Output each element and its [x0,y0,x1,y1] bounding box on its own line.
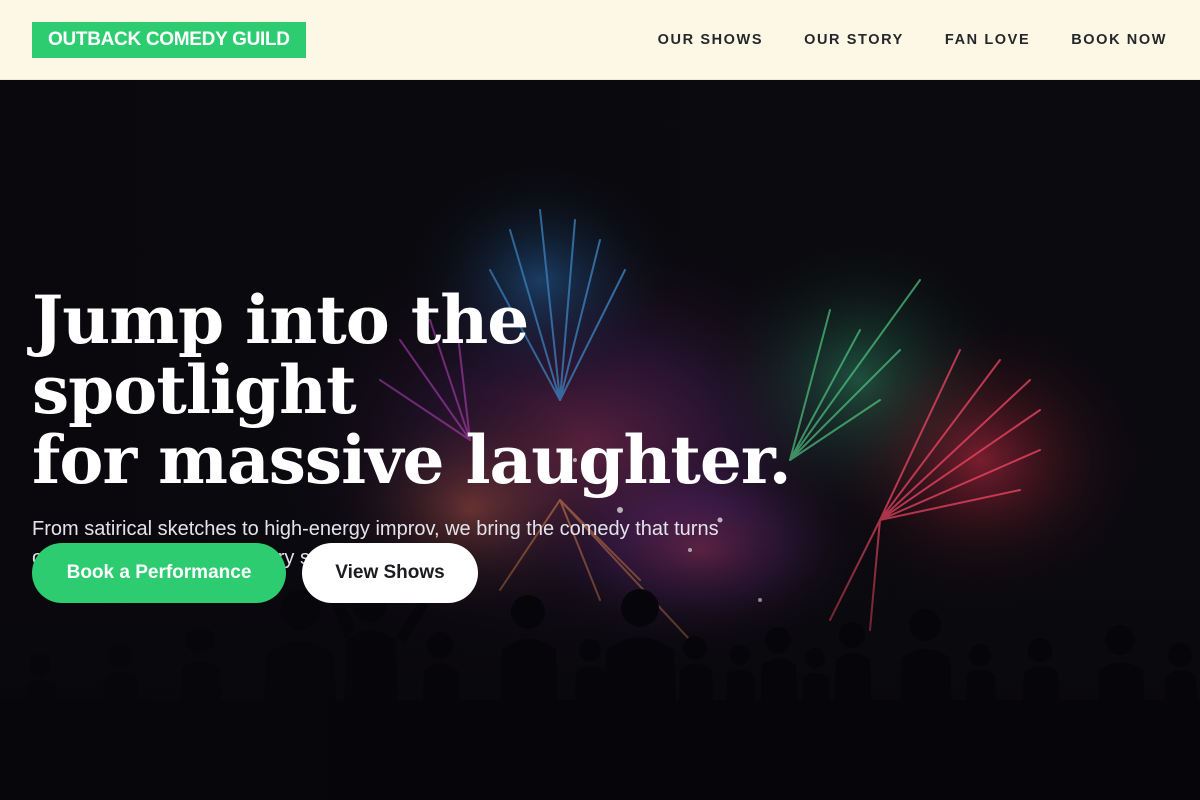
nav-link-our-shows[interactable]: OUR SHOWS [658,30,763,50]
page: OUTBACK COMEDY GUILD OUR SHOWS OUR STORY… [0,0,1200,800]
site-header: OUTBACK COMEDY GUILD OUR SHOWS OUR STORY… [0,0,1200,80]
nav-link-book-now[interactable]: BOOK NOW [1071,30,1167,50]
hero-headline: Jump into the spotlight for massive laug… [32,285,852,495]
hero-actions: Book a Performance View Shows [32,543,478,603]
book-performance-button[interactable]: Book a Performance [32,543,286,603]
hero-headline-line-1: Jump into the spotlight [32,281,529,429]
nav-link-fan-love[interactable]: FAN LOVE [945,30,1030,50]
hero-headline-line-2: for massive laughter. [32,421,792,499]
hero-section: Jump into the spotlight for massive laug… [0,80,1200,800]
hero-content: Jump into the spotlight for massive laug… [32,285,852,573]
site-logo[interactable]: OUTBACK COMEDY GUILD [32,22,306,58]
main-nav: OUR SHOWS OUR STORY FAN LOVE BOOK NOW [658,30,1167,50]
view-shows-button[interactable]: View Shows [302,543,478,603]
nav-link-our-story[interactable]: OUR STORY [804,30,904,50]
